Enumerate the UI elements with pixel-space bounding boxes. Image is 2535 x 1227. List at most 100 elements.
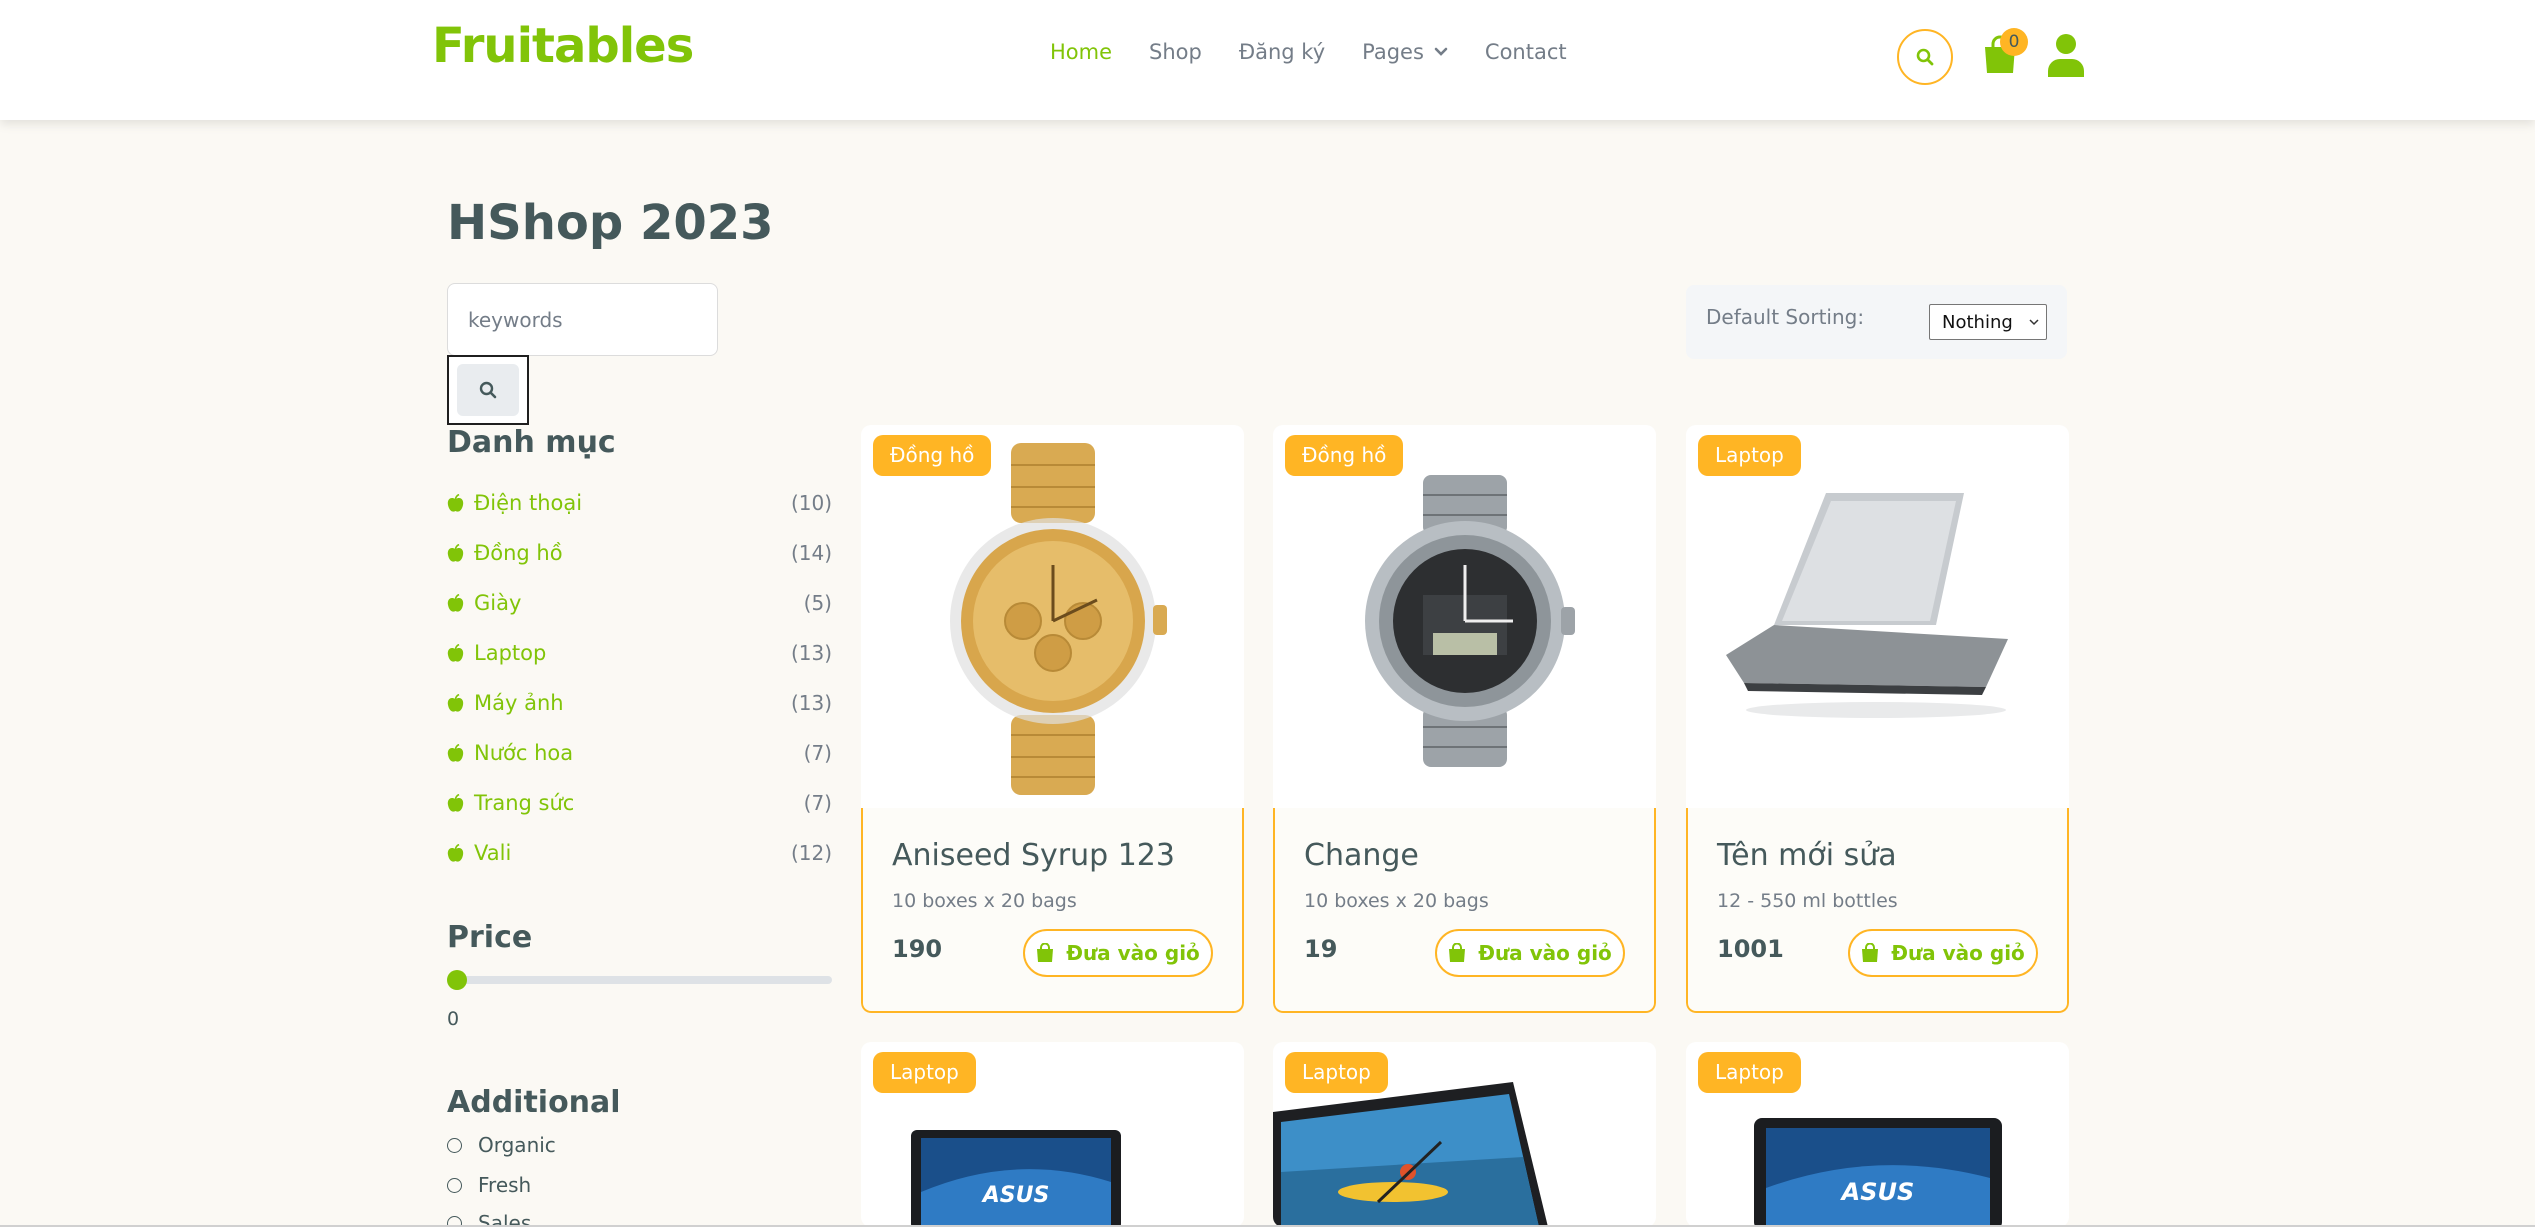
main-nav: Home Shop Đăng ký Pages Contact bbox=[1050, 40, 1604, 64]
category-item[interactable]: Trang sức (7) bbox=[447, 778, 832, 828]
add-to-cart-label: Đưa vào giỏ bbox=[1891, 941, 2025, 965]
silver-watch-image bbox=[1365, 475, 1575, 767]
category-item[interactable]: Máy ảnh (13) bbox=[447, 678, 832, 728]
category-name[interactable]: Máy ảnh bbox=[474, 691, 564, 715]
nav-register[interactable]: Đăng ký bbox=[1239, 40, 1325, 64]
category-item[interactable]: Giày (5) bbox=[447, 578, 832, 628]
svg-text:ASUS: ASUS bbox=[1840, 1178, 1915, 1206]
chevron-down-icon bbox=[1434, 47, 1448, 56]
navbar: Fruitables Home Shop Đăng ký Pages Conta… bbox=[0, 0, 2535, 120]
product-price: 19 bbox=[1304, 935, 1338, 963]
apple-icon bbox=[447, 593, 464, 612]
category-list: Điện thoại (10) Đồng hồ (14) Giày (5) Laptop (1… bbox=[447, 478, 832, 878]
product-description: 10 boxes x 20 bags bbox=[892, 890, 1077, 912]
category-name[interactable]: Điện thoại bbox=[474, 491, 582, 515]
category-count: (14) bbox=[790, 541, 832, 565]
add-to-cart-button[interactable]: Đưa vào giỏ bbox=[1848, 929, 2038, 977]
radio-circle[interactable] bbox=[447, 1177, 462, 1193]
keyword-search-button-face bbox=[457, 364, 519, 416]
category-name[interactable]: Nước hoa bbox=[474, 741, 573, 765]
page-background bbox=[0, 120, 2535, 1227]
category-badge: Laptop bbox=[1698, 1052, 1801, 1093]
apple-icon bbox=[447, 743, 464, 762]
user-icon[interactable] bbox=[2046, 33, 2086, 77]
category-badge: Laptop bbox=[873, 1052, 976, 1093]
product-card[interactable]: Đồng hồ Aniseed Syrup 123 10 boxes x 20 … bbox=[861, 425, 1244, 1013]
category-badge: Đồng hồ bbox=[873, 435, 992, 476]
category-badge: Laptop bbox=[1285, 1052, 1388, 1093]
category-name[interactable]: Vali bbox=[474, 841, 511, 865]
category-count: (7) bbox=[803, 791, 832, 815]
sort-panel: Default Sorting: Nothing bbox=[1686, 285, 2067, 359]
add-to-cart-button[interactable]: Đưa vào giỏ bbox=[1435, 929, 1625, 977]
apple-icon bbox=[447, 793, 464, 812]
page-title: HShop 2023 bbox=[447, 195, 774, 251]
keyword-search-input[interactable] bbox=[447, 283, 718, 356]
gold-watch-image bbox=[950, 443, 1167, 795]
nav-shop[interactable]: Shop bbox=[1149, 40, 1202, 64]
category-name[interactable]: Trang sức bbox=[474, 791, 574, 815]
svg-text:ASUS: ASUS bbox=[981, 1183, 1050, 1208]
product-card[interactable]: ASUS Laptop bbox=[1686, 1042, 2069, 1227]
product-card[interactable]: Laptop Tên mới sửa 12 - 550 ml bottles 1… bbox=[1686, 425, 2069, 1013]
category-count: (5) bbox=[803, 591, 832, 615]
product-name[interactable]: Aniseed Syrup 123 bbox=[892, 838, 1175, 873]
sort-select[interactable]: Nothing bbox=[1929, 304, 2047, 340]
radio-organic[interactable]: Organic bbox=[447, 1133, 556, 1157]
category-item[interactable]: Laptop (13) bbox=[447, 628, 832, 678]
category-item[interactable]: Đồng hồ (14) bbox=[447, 528, 832, 578]
keyword-search-button[interactable] bbox=[447, 355, 529, 425]
nav-pages[interactable]: Pages bbox=[1362, 40, 1448, 64]
category-item[interactable]: Nước hoa (7) bbox=[447, 728, 832, 778]
radio-fresh[interactable]: Fresh bbox=[447, 1173, 531, 1197]
nav-home[interactable]: Home bbox=[1050, 40, 1112, 64]
sort-label: Default Sorting: bbox=[1706, 305, 1865, 329]
apple-icon bbox=[447, 493, 464, 512]
product-image[interactable] bbox=[1273, 425, 1656, 808]
price-title: Price bbox=[447, 920, 533, 955]
add-to-cart-label: Đưa vào giỏ bbox=[1066, 941, 1200, 965]
category-count: (13) bbox=[790, 641, 832, 665]
product-image[interactable] bbox=[1686, 425, 2069, 808]
category-name[interactable]: Laptop bbox=[474, 641, 546, 665]
category-name[interactable]: Giày bbox=[474, 591, 521, 615]
radio-circle[interactable] bbox=[447, 1137, 462, 1153]
category-item[interactable]: Vali (12) bbox=[447, 828, 832, 878]
shopping-bag-icon bbox=[1037, 943, 1054, 962]
product-card[interactable]: Đồng hồ Change 10 boxes x 20 bags 19 Đưa… bbox=[1273, 425, 1656, 1013]
shopping-bag-icon bbox=[1862, 943, 1879, 962]
chevron-down-icon bbox=[2029, 319, 2039, 326]
price-value: 0 bbox=[447, 1008, 460, 1030]
product-name[interactable]: Change bbox=[1304, 838, 1419, 873]
category-badge: Laptop bbox=[1698, 435, 1801, 476]
category-count: (10) bbox=[790, 491, 832, 515]
category-count: (13) bbox=[790, 691, 832, 715]
apple-icon bbox=[447, 843, 464, 862]
product-card[interactable]: ASUS Laptop bbox=[861, 1042, 1244, 1227]
apple-icon bbox=[447, 643, 464, 662]
brand-logo[interactable]: Fruitables bbox=[432, 18, 694, 74]
header-search-button[interactable] bbox=[1897, 29, 1953, 85]
product-name[interactable]: Tên mới sửa bbox=[1717, 838, 1897, 873]
product-info: Change 10 boxes x 20 bags 19 Đưa vào giỏ bbox=[1273, 808, 1656, 1013]
product-price: 1001 bbox=[1717, 935, 1784, 963]
radio-label: Fresh bbox=[478, 1173, 532, 1197]
nav-contact[interactable]: Contact bbox=[1485, 40, 1567, 64]
apple-icon bbox=[447, 543, 464, 562]
shopping-bag-icon bbox=[1449, 943, 1466, 962]
add-to-cart-button[interactable]: Đưa vào giỏ bbox=[1023, 929, 1213, 977]
category-item[interactable]: Điện thoại (10) bbox=[447, 478, 832, 528]
category-name[interactable]: Đồng hồ bbox=[474, 541, 563, 565]
sort-selected-value: Nothing bbox=[1942, 311, 2013, 333]
price-range-track[interactable] bbox=[449, 976, 832, 984]
radio-label: Organic bbox=[478, 1133, 556, 1157]
product-description: 12 - 550 ml bottles bbox=[1717, 890, 1898, 912]
nav-pages-label: Pages bbox=[1362, 40, 1424, 64]
product-description: 10 boxes x 20 bags bbox=[1304, 890, 1489, 912]
add-to-cart-label: Đưa vào giỏ bbox=[1478, 941, 1612, 965]
product-image[interactable] bbox=[861, 425, 1244, 808]
cart-count-badge: 0 bbox=[2000, 28, 2028, 56]
price-range-thumb[interactable] bbox=[447, 970, 467, 990]
product-card[interactable]: Laptop bbox=[1273, 1042, 1656, 1227]
product-price: 190 bbox=[892, 935, 943, 963]
